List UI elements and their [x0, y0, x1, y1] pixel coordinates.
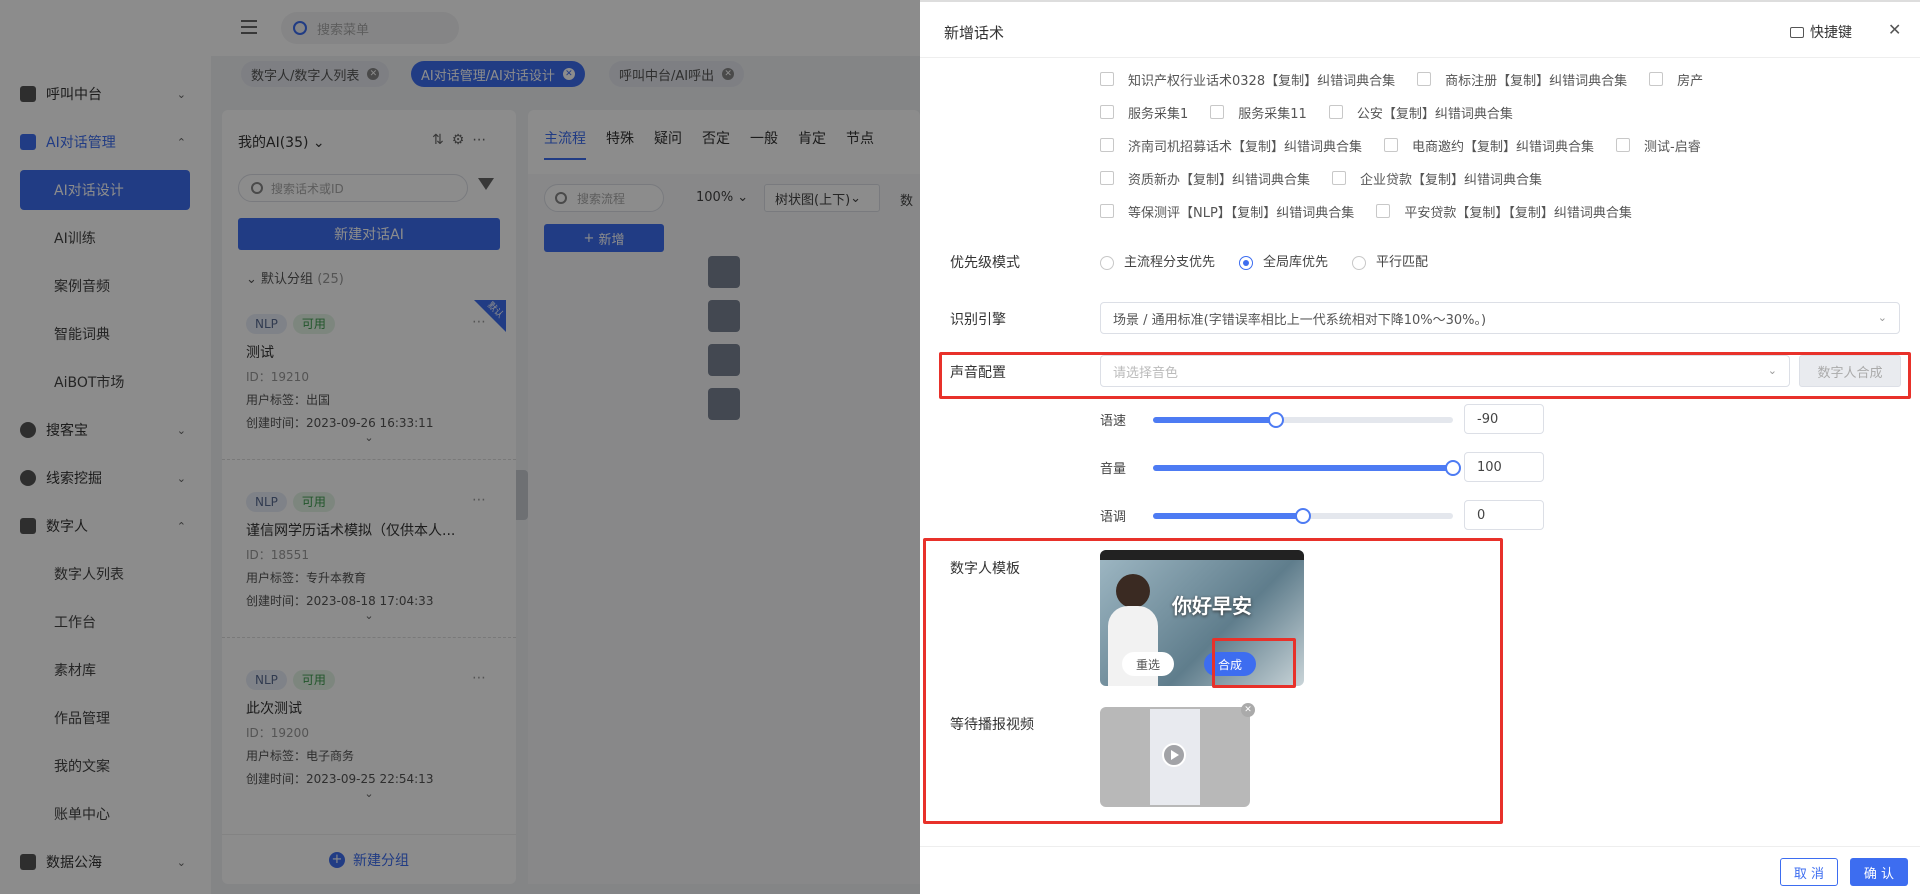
keyboard-icon: [1790, 26, 1804, 38]
dictionary-option[interactable]: 商标注册【复制】纠错词典合集: [1417, 70, 1627, 89]
radio-selected[interactable]: [1239, 255, 1254, 270]
checkbox[interactable]: [1417, 72, 1432, 86]
priority-option-global[interactable]: 全局库优先: [1239, 251, 1328, 270]
checkbox[interactable]: [1100, 105, 1114, 119]
dictionary-option[interactable]: 房产: [1649, 70, 1703, 89]
highlight-box-voice: [939, 352, 1911, 399]
modal-mask[interactable]: [0, 0, 920, 894]
volume-slider-thumb[interactable]: [1445, 460, 1461, 476]
pitch-slider-fill: [1153, 513, 1303, 519]
confirm-button[interactable]: 确 认: [1850, 858, 1908, 886]
dictionary-checkbox-row: 资质新办【复制】纠错词典合集 企业贷款【复制】纠错词典合集: [1100, 167, 1564, 189]
dictionary-checkbox-row: 等保测评【NLP】【复制】纠错词典合集 平安贷款【复制】【复制】纠错词典合集: [1100, 200, 1654, 222]
cancel-button[interactable]: 取 消: [1780, 858, 1838, 886]
dictionary-option[interactable]: 服务采集1: [1100, 103, 1188, 122]
drawer-title: 新增话术: [944, 24, 1005, 42]
dictionary-option[interactable]: 知识产权行业话术0328【复制】纠错词典合集: [1100, 70, 1395, 89]
app-root: 呼叫中台 ⌄ AI对话管理 ⌃ AI对话设计 AI训练 案例音频 智能词典 AiBO…: [0, 0, 1920, 894]
pitch-label: 语调: [1100, 510, 1127, 525]
speed-input[interactable]: -90: [1464, 404, 1544, 434]
chevron-down-icon: ⌄: [1877, 311, 1887, 324]
checkbox[interactable]: [1100, 204, 1114, 218]
speed-slider-fill: [1153, 417, 1276, 423]
checkbox[interactable]: [1100, 171, 1114, 185]
footer-divider: [920, 846, 1920, 847]
drawer-header: 新增话术 快捷键 ✕: [920, 2, 1920, 58]
checkbox[interactable]: [1100, 138, 1114, 152]
dictionary-option[interactable]: 企业贷款【复制】纠错词典合集: [1332, 169, 1542, 188]
priority-option-main-flow[interactable]: 主流程分支优先: [1100, 251, 1215, 270]
new-script-drawer: 新增话术 快捷键 ✕ 知识产权行业话术0328【复制】纠错词典合集 商标注册【复…: [920, 0, 1920, 894]
checkbox[interactable]: [1100, 72, 1114, 86]
volume-input[interactable]: 100: [1464, 452, 1544, 482]
speed-slider[interactable]: [1153, 412, 1453, 428]
close-icon[interactable]: ✕: [1888, 20, 1901, 39]
priority-option-parallel[interactable]: 平行匹配: [1352, 251, 1428, 270]
dictionary-option[interactable]: 资质新办【复制】纠错词典合集: [1100, 169, 1310, 188]
dictionary-checkbox-row: 济南司机招募话术【复制】纠错词典合集 电商邀约【复制】纠错词典合集 测试-启睿: [1100, 134, 1723, 156]
speed-slider-thumb[interactable]: [1268, 412, 1284, 428]
dictionary-option[interactable]: 电商邀约【复制】纠错词典合集: [1384, 136, 1594, 155]
radio[interactable]: [1100, 255, 1114, 270]
dictionary-option[interactable]: 测试-启睿: [1616, 136, 1701, 155]
priority-label: 优先级模式: [950, 255, 1020, 271]
checkbox[interactable]: [1332, 171, 1347, 185]
shortcut-button[interactable]: 快捷键: [1790, 22, 1852, 42]
highlight-box-template: [923, 538, 1503, 824]
dictionary-option[interactable]: 服务采集11: [1210, 103, 1307, 122]
engine-select[interactable]: 场景 / 通用标准(字错误率相比上一代系统相对下降10%～30%。) ⌄: [1100, 302, 1900, 334]
pitch-slider-thumb[interactable]: [1295, 508, 1311, 524]
checkbox[interactable]: [1376, 204, 1391, 218]
dictionary-option[interactable]: 平安贷款【复制】【复制】纠错词典合集: [1376, 202, 1632, 221]
pitch-input[interactable]: 0: [1464, 500, 1544, 530]
checkbox[interactable]: [1328, 105, 1343, 119]
dictionary-option[interactable]: 公安【复制】纠错词典合集: [1328, 103, 1513, 122]
engine-label: 识别引擎: [950, 312, 1006, 328]
priority-radio-group: 主流程分支优先 全局库优先 平行匹配: [1100, 251, 1428, 270]
volume-slider[interactable]: [1153, 460, 1461, 476]
dictionary-checkbox-row: 知识产权行业话术0328【复制】纠错词典合集 商标注册【复制】纠错词典合集 房产: [1100, 68, 1725, 90]
checkbox[interactable]: [1649, 72, 1664, 86]
volume-slider-fill: [1153, 465, 1453, 471]
checkbox[interactable]: [1384, 138, 1399, 152]
speed-label: 语速: [1100, 414, 1127, 429]
checkbox[interactable]: [1616, 138, 1631, 152]
pitch-slider[interactable]: [1153, 508, 1453, 524]
volume-label: 音量: [1100, 462, 1127, 477]
checkbox[interactable]: [1210, 105, 1225, 119]
radio[interactable]: [1352, 255, 1367, 270]
dictionary-option[interactable]: 等保测评【NLP】【复制】纠错词典合集: [1100, 202, 1354, 221]
dictionary-option[interactable]: 济南司机招募话术【复制】纠错词典合集: [1100, 136, 1362, 155]
dictionary-checkbox-row: 服务采集1 服务采集11 公安【复制】纠错词典合集: [1100, 101, 1535, 123]
